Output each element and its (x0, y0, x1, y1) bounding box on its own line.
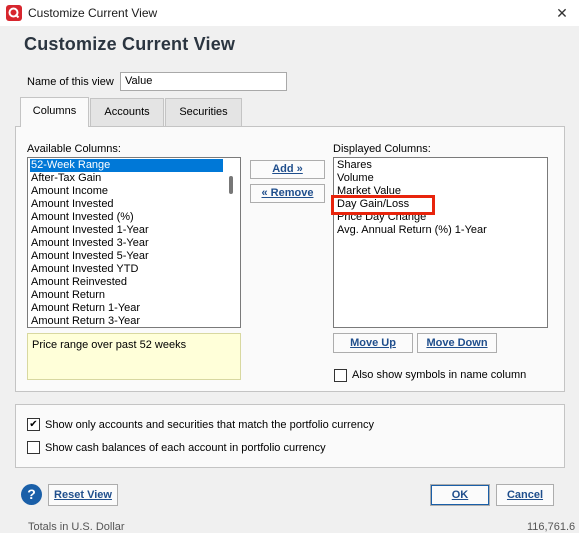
list-item[interactable]: Amount Reinvested (30, 276, 127, 289)
cancel-button[interactable]: Cancel (496, 484, 554, 506)
match-currency-label: Show only accounts and securities that m… (45, 419, 374, 431)
list-item[interactable]: Amount Return 1-Year (30, 302, 140, 315)
window-title: Customize Current View (28, 6, 158, 20)
tab-columns[interactable]: Columns (20, 97, 89, 127)
scrollbar-thumb[interactable] (229, 176, 233, 194)
list-item[interactable]: Avg. Annual Return (%) 1-Year (336, 224, 487, 237)
list-item[interactable]: Amount Return 3-Year (30, 315, 140, 327)
view-name-label: Name of this view (27, 76, 114, 88)
list-item[interactable]: Shares (336, 159, 372, 172)
available-columns-label: Available Columns: (27, 143, 121, 155)
available-columns-list[interactable]: 52-Week Range After-Tax Gain Amount Inco… (27, 157, 241, 328)
list-item[interactable]: Amount Invested (%) (30, 211, 134, 224)
column-description: Price range over past 52 weeks (27, 333, 241, 380)
displayed-columns-list[interactable]: Shares Volume Market Value Day Gain/Loss… (333, 157, 548, 328)
ok-button[interactable]: OK (430, 484, 490, 506)
tab-accounts[interactable]: Accounts (90, 98, 164, 126)
portfolio-currency-options (15, 404, 565, 468)
list-item[interactable]: 52-Week Range (30, 159, 223, 172)
underlying-totals-label: Totals in U.S. Dollar (28, 521, 125, 533)
list-item[interactable]: Volume (336, 172, 374, 185)
cash-balances-checkbox[interactable] (27, 441, 40, 454)
list-item[interactable]: Amount Invested 5-Year (30, 250, 149, 263)
show-symbols-label: Also show symbols in name column (352, 369, 527, 381)
remove-button[interactable]: « Remove (250, 184, 325, 203)
cash-balances-label: Show cash balances of each account in po… (45, 442, 326, 454)
move-down-button[interactable]: Move Down (417, 333, 497, 353)
list-item[interactable]: After-Tax Gain (30, 172, 101, 185)
add-button[interactable]: Add » (250, 160, 325, 179)
tab-securities[interactable]: Securities (165, 98, 242, 126)
list-item[interactable]: Amount Invested YTD (30, 263, 138, 276)
list-item[interactable]: Amount Invested 3-Year (30, 237, 149, 250)
view-name-label-text: Name of this view (27, 76, 114, 88)
view-name-input[interactable]: Value (120, 72, 287, 91)
quicken-app-icon (6, 5, 22, 21)
highlight-box (331, 195, 435, 215)
list-item[interactable]: Amount Invested 1-Year (30, 224, 149, 237)
help-icon[interactable]: ? (21, 484, 42, 505)
dialog-heading: Customize Current View (24, 34, 236, 54)
displayed-columns-label: Displayed Columns: (333, 143, 431, 155)
list-item[interactable]: Amount Invested (30, 198, 114, 211)
underlying-totals-value: 116,761.6 (527, 521, 576, 533)
available-list-scrollbar[interactable] (223, 158, 240, 327)
reset-view-button[interactable]: Reset View (48, 484, 118, 506)
show-symbols-checkbox[interactable] (334, 369, 347, 382)
match-currency-checkbox[interactable]: ✔ (27, 418, 40, 431)
move-up-button[interactable]: Move Up (333, 333, 413, 353)
close-icon[interactable]: ✕ (552, 3, 572, 23)
list-item[interactable]: Amount Return (30, 289, 105, 302)
list-item[interactable]: Amount Income (30, 185, 108, 198)
